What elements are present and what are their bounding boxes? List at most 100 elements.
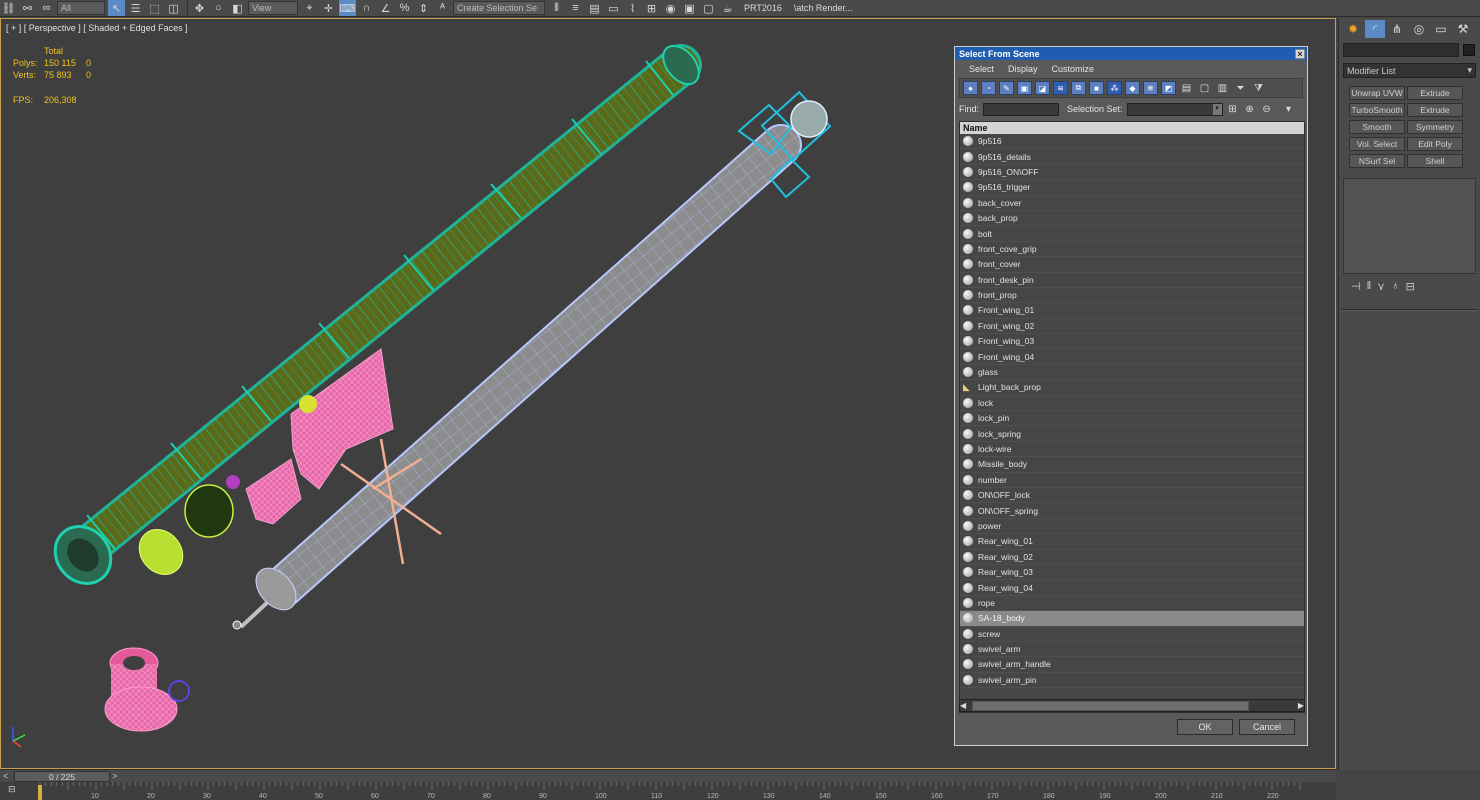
- hierarchy-tab-icon[interactable]: ⋔: [1387, 20, 1407, 38]
- display-groups-icon[interactable]: ⧉: [1071, 81, 1086, 95]
- dialog-title-bar[interactable]: Select From Scene ×: [955, 47, 1307, 60]
- configure-sets-icon[interactable]: ⊟: [1405, 280, 1414, 293]
- list-item[interactable]: number: [960, 473, 1304, 488]
- material-editor-icon[interactable]: ◉: [662, 0, 679, 16]
- unlink-icon[interactable]: ⚯: [19, 0, 36, 16]
- display-lights-icon[interactable]: ✎: [999, 81, 1014, 95]
- select-object-icon[interactable]: ↖: [108, 0, 125, 16]
- cancel-button[interactable]: Cancel: [1239, 719, 1295, 735]
- window-crossing-icon[interactable]: ◫: [165, 0, 182, 16]
- time-slider-thumb[interactable]: 0 / 225: [14, 771, 110, 782]
- rect-selection-icon[interactable]: ⬚: [146, 0, 163, 16]
- list-item[interactable]: power: [960, 519, 1304, 535]
- time-next-button[interactable]: >: [112, 771, 117, 781]
- mini-curve-editor-icon[interactable]: ⊟: [0, 784, 30, 800]
- shell-button[interactable]: Shell: [1407, 154, 1463, 168]
- current-frame-marker[interactable]: [38, 785, 42, 800]
- list-item[interactable]: front_desk_pin: [960, 273, 1304, 288]
- list-item[interactable]: glass: [960, 365, 1304, 381]
- keyboard-shortcut-icon[interactable]: ⌨: [339, 0, 356, 16]
- display-tab-icon[interactable]: ▭: [1431, 20, 1451, 38]
- scale-icon[interactable]: ◧: [229, 0, 246, 16]
- list-item[interactable]: lock-wire: [960, 442, 1304, 458]
- list-item[interactable]: front_cove_grip: [960, 242, 1304, 258]
- edit-poly-button[interactable]: Edit Poly: [1407, 137, 1463, 151]
- modifier-list-dropdown[interactable]: Modifier List ▾: [1343, 63, 1476, 78]
- list-item[interactable]: bolt: [960, 226, 1304, 242]
- display-bones-icon[interactable]: ⁂: [1107, 81, 1122, 95]
- display-hidden-icon[interactable]: ◩: [1161, 81, 1176, 95]
- pin-stack-icon[interactable]: ⊣: [1351, 280, 1361, 293]
- extrude-button-2[interactable]: Extrude: [1407, 103, 1463, 117]
- reference-coord-dropdown[interactable]: View: [248, 1, 298, 15]
- unwrap-uvw-button[interactable]: Unwrap UVW: [1349, 86, 1405, 100]
- turbosmooth-button[interactable]: TurboSmooth: [1349, 103, 1405, 117]
- list-item[interactable]: Front_wing_01: [960, 303, 1304, 319]
- list-item[interactable]: lock: [960, 396, 1304, 412]
- list-item[interactable]: lock_spring: [960, 426, 1304, 442]
- layer-manager-icon[interactable]: ▤: [586, 0, 603, 16]
- list-item[interactable]: Rear_wing_04: [960, 580, 1304, 596]
- list-item[interactable]: Rear_wing_02: [960, 550, 1304, 565]
- remove-modifier-icon[interactable]: ♁: [1391, 280, 1399, 293]
- schematic-view-icon[interactable]: ⊞: [643, 0, 660, 16]
- list-item[interactable]: Rear_wing_01: [960, 534, 1304, 550]
- select-none-icon[interactable]: ▢: [1197, 81, 1212, 95]
- mirror-icon[interactable]: ⫴: [548, 0, 565, 16]
- list-item[interactable]: Front_wing_02: [960, 319, 1304, 335]
- list-item[interactable]: ON\OFF_spring: [960, 503, 1304, 519]
- filter-options-icon[interactable]: ⧩: [1251, 81, 1266, 95]
- display-cameras-icon[interactable]: ▣: [1017, 81, 1032, 95]
- list-item[interactable]: 9p516: [960, 134, 1304, 150]
- smooth-button[interactable]: Smooth: [1349, 120, 1405, 134]
- list-item[interactable]: swivel_arm_pin: [960, 673, 1304, 689]
- list-item[interactable]: 9p516_ON\OFF: [960, 165, 1304, 181]
- menu-display[interactable]: Display: [1008, 64, 1038, 74]
- list-item[interactable]: screw: [960, 627, 1304, 642]
- list-item[interactable]: rope: [960, 596, 1304, 612]
- display-containers-icon[interactable]: ◆: [1125, 81, 1140, 95]
- viewport-label[interactable]: [ + ] [ Perspective ] [ Shaded + Edged F…: [6, 23, 188, 33]
- find-input[interactable]: [983, 102, 1060, 116]
- filter-icon[interactable]: ⏷: [1233, 81, 1248, 95]
- list-item[interactable]: Front_wing_04: [960, 349, 1304, 365]
- batch-render-label[interactable]: \atch Render...: [794, 3, 853, 13]
- remove-from-selection-set-icon[interactable]: ⊖: [1260, 104, 1274, 115]
- horizontal-scrollbar[interactable]: ◀ ▶: [959, 699, 1305, 712]
- link-icon[interactable]: ⛓: [0, 0, 17, 16]
- selection-set-dropdown[interactable]: ▾: [1126, 102, 1223, 116]
- ribbon-icon[interactable]: ▭: [605, 0, 622, 16]
- curve-editor-icon[interactable]: ⌇: [624, 0, 641, 16]
- modify-tab-icon[interactable]: ◜: [1365, 20, 1385, 38]
- edit-named-sel-icon[interactable]: ᴬ: [434, 0, 451, 16]
- object-color-swatch[interactable]: [1463, 44, 1475, 56]
- list-item[interactable]: front_cover: [960, 257, 1304, 273]
- render-frame-icon[interactable]: ▢: [700, 0, 717, 16]
- angle-snap-icon[interactable]: ∠: [377, 0, 394, 16]
- list-item[interactable]: Missile_body: [960, 457, 1304, 473]
- list-item[interactable]: SA-18_body: [960, 611, 1304, 627]
- create-selection-set-icon[interactable]: ⊞: [1226, 104, 1240, 115]
- list-item[interactable]: ON\OFF_lock: [960, 488, 1304, 504]
- select-manipulate-icon[interactable]: ✛: [320, 0, 337, 16]
- list-item[interactable]: 9p516_trigger: [960, 180, 1304, 196]
- close-icon[interactable]: ×: [1295, 48, 1305, 59]
- pivot-icon[interactable]: ⌖: [301, 0, 318, 16]
- scrollbar-thumb[interactable]: [972, 701, 1249, 711]
- list-item[interactable]: Front_wing_03: [960, 334, 1304, 350]
- display-shapes-icon[interactable]: ◔: [981, 81, 996, 95]
- scene-object-list[interactable]: Name 9p516 9p516_details 9p516_ON\OFF 9p516…: [959, 121, 1305, 713]
- list-item[interactable]: ◣ Light_back_prop: [960, 380, 1304, 396]
- display-frozen-icon[interactable]: ❄: [1143, 81, 1158, 95]
- prt-label[interactable]: PRT2016: [744, 3, 782, 13]
- create-tab-icon[interactable]: ✸: [1343, 20, 1363, 38]
- list-item[interactable]: front_prop: [960, 288, 1304, 304]
- rotate-icon[interactable]: ○: [210, 0, 227, 16]
- column-header-name[interactable]: Name: [960, 122, 1304, 134]
- time-slider[interactable]: < 0 / 225 >: [0, 769, 1336, 782]
- extrude-button[interactable]: Extrude: [1407, 86, 1463, 100]
- motion-tab-icon[interactable]: ◎: [1409, 20, 1429, 38]
- render-setup-icon[interactable]: ▣: [681, 0, 698, 16]
- symmetry-button[interactable]: Symmetry: [1407, 120, 1463, 134]
- make-unique-icon[interactable]: ⋎: [1377, 280, 1385, 293]
